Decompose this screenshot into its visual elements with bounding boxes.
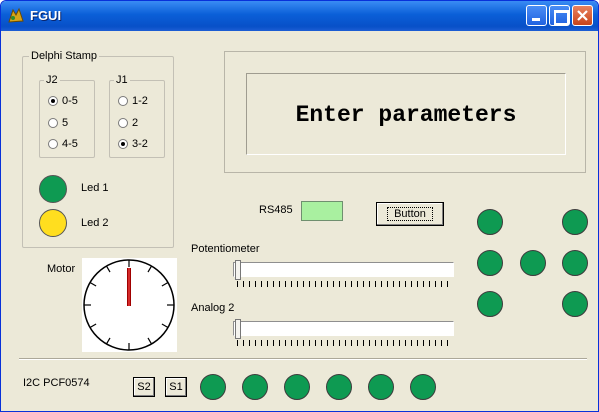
radio-label: 1-2 — [132, 95, 148, 107]
analog2-ticks — [237, 340, 453, 346]
i2c-led — [326, 374, 352, 400]
right-led — [562, 250, 588, 276]
i2c-led — [368, 374, 394, 400]
j1-option-2[interactable]: 2 — [118, 116, 138, 130]
i2c-led — [200, 374, 226, 400]
app-window: FGUI Delphi Stamp J2 0-5 5 4-5 J1 1-2 2 … — [0, 0, 599, 412]
s2-button[interactable]: S2 — [133, 377, 155, 397]
delphi-stamp-group: Delphi Stamp J2 0-5 5 4-5 J1 1-2 2 3-2 L… — [22, 50, 174, 248]
right-led — [562, 291, 588, 317]
led-2-indicator — [39, 209, 67, 237]
radio-label: 5 — [62, 117, 69, 129]
j2-option-4-5[interactable]: 4-5 — [48, 137, 78, 151]
right-led — [477, 250, 503, 276]
j2-option-0-5[interactable]: 0-5 — [48, 94, 78, 108]
analog2-slider-thumb[interactable] — [235, 319, 241, 339]
motor-dial — [82, 258, 177, 352]
radio-checked-icon — [48, 96, 58, 106]
i2c-led — [410, 374, 436, 400]
title-bar[interactable]: FGUI — [1, 1, 598, 31]
radio-label: 2 — [132, 117, 139, 129]
close-icon — [577, 10, 588, 21]
analog2-track — [233, 321, 454, 336]
j1-label: J1 — [114, 74, 130, 86]
led-2-label: Led 2 — [81, 217, 109, 229]
rs485-indicator — [301, 201, 343, 221]
led-1-label: Led 1 — [81, 182, 109, 194]
led-1-indicator — [39, 175, 67, 203]
radio-icon — [48, 139, 58, 149]
motor-gauge — [83, 259, 175, 351]
maximize-button[interactable] — [549, 5, 570, 26]
j1-option-1-2[interactable]: 1-2 — [118, 94, 148, 108]
potentiometer-track — [233, 262, 454, 277]
i2c-led — [284, 374, 310, 400]
main-button[interactable]: Button — [376, 202, 444, 226]
i2c-label: I2C PCF0574 — [23, 377, 90, 389]
display-text: Enter parameters — [295, 102, 517, 128]
radio-label: 3-2 — [132, 138, 148, 150]
potentiometer-label: Potentiometer — [191, 243, 260, 255]
app-icon — [8, 7, 24, 23]
j2-label: J2 — [44, 74, 60, 86]
radio-label: 4-5 — [62, 138, 78, 150]
radio-label: 0-5 — [62, 95, 78, 107]
radio-icon — [48, 118, 58, 128]
radio-icon — [118, 96, 128, 106]
j2-option-5[interactable]: 5 — [48, 116, 68, 130]
rs485-label: RS485 — [259, 204, 293, 216]
right-led — [477, 291, 503, 317]
right-led — [562, 209, 588, 235]
delphi-stamp-label: Delphi Stamp — [29, 50, 100, 62]
j2-group: J2 0-5 5 4-5 — [39, 74, 95, 158]
right-led — [477, 209, 503, 235]
potentiometer-ticks — [237, 281, 453, 287]
section-divider — [19, 358, 587, 360]
minimize-button[interactable] — [526, 5, 547, 26]
potentiometer-slider-thumb[interactable] — [235, 260, 241, 280]
radio-icon — [118, 118, 128, 128]
close-button[interactable] — [572, 5, 593, 26]
i2c-led — [242, 374, 268, 400]
radio-checked-icon — [118, 139, 128, 149]
right-led — [520, 250, 546, 276]
display-panel: Enter parameters — [246, 73, 566, 155]
s1-button[interactable]: S1 — [165, 377, 187, 397]
j1-group: J1 1-2 2 3-2 — [109, 74, 165, 158]
analog2-label: Analog 2 — [191, 302, 235, 314]
main-button-label: Button — [387, 207, 433, 221]
motor-label: Motor — [47, 263, 76, 275]
window-title: FGUI — [30, 8, 62, 23]
j1-option-3-2[interactable]: 3-2 — [118, 137, 148, 151]
